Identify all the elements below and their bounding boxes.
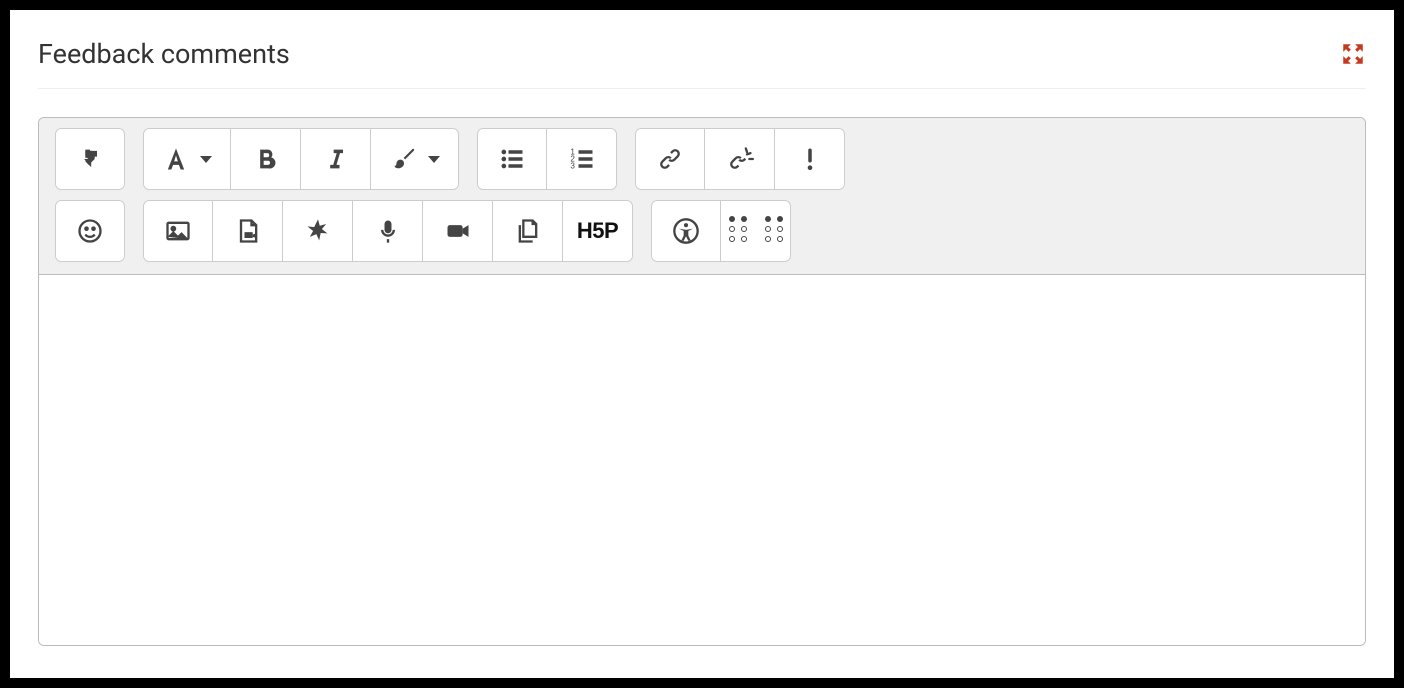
- bold-button[interactable]: [231, 128, 301, 190]
- video-camera-icon: [444, 217, 472, 245]
- exclamation-icon: [796, 145, 824, 173]
- chevron-down-icon: [200, 156, 212, 163]
- h5p-button[interactable]: H5P: [563, 200, 633, 262]
- numbered-list-icon: 1 2 3: [568, 145, 596, 173]
- grid-dots-icon: [729, 216, 783, 246]
- ordered-list-button[interactable]: 1 2 3: [547, 128, 617, 190]
- important-button[interactable]: [775, 128, 845, 190]
- unlink-button[interactable]: [705, 128, 775, 190]
- toolbar-group-media: H5P: [143, 200, 633, 262]
- chevron-down-icon: [428, 156, 440, 163]
- italic-icon: [322, 145, 350, 173]
- file-video-icon: [234, 217, 262, 245]
- editor-toolbar: 1 2 3: [39, 118, 1365, 275]
- italic-button[interactable]: [301, 128, 371, 190]
- h5p-icon: H5P: [577, 218, 618, 244]
- toolbar-group-toggle: [55, 128, 125, 190]
- toolbar-group-emoji: [55, 200, 125, 262]
- image-icon: [164, 217, 192, 245]
- toolbar-group-links: [635, 128, 845, 190]
- image-button[interactable]: [143, 200, 213, 262]
- unlink-icon: [726, 145, 754, 173]
- manage-files-button[interactable]: [283, 200, 353, 262]
- rich-text-editor: 1 2 3: [38, 117, 1366, 646]
- toolbar-group-a11y: [651, 200, 791, 262]
- media-file-button[interactable]: [213, 200, 283, 262]
- feedback-panel: Feedback comments: [10, 10, 1394, 678]
- unordered-list-button[interactable]: [477, 128, 547, 190]
- toggle-toolbar-icon: [76, 145, 104, 173]
- expand-icon: [1340, 41, 1366, 67]
- record-audio-button[interactable]: [353, 200, 423, 262]
- toolbar-group-format: [143, 128, 459, 190]
- microphone-icon: [374, 217, 402, 245]
- svg-text:3: 3: [570, 161, 575, 170]
- paragraph-styles-button[interactable]: [143, 128, 231, 190]
- toolbar-row-2: H5P: [55, 200, 1349, 262]
- emoji-button[interactable]: [55, 200, 125, 262]
- header: Feedback comments: [38, 38, 1366, 89]
- brush-icon: [390, 145, 418, 173]
- accessibility-icon: [672, 217, 700, 245]
- link-icon: [656, 145, 684, 173]
- editor-content-area[interactable]: [39, 275, 1365, 645]
- expand-button[interactable]: [1340, 41, 1366, 67]
- screenreader-button[interactable]: [721, 200, 791, 262]
- copy-files-icon: [514, 217, 542, 245]
- record-video-button[interactable]: [423, 200, 493, 262]
- asterisk-icon: [304, 217, 332, 245]
- toolbar-group-lists: 1 2 3: [477, 128, 617, 190]
- font-icon: [162, 145, 190, 173]
- toolbar-row-1: 1 2 3: [55, 128, 1349, 190]
- text-color-button[interactable]: [371, 128, 459, 190]
- toggle-toolbar-button[interactable]: [55, 128, 125, 190]
- bold-icon: [252, 145, 280, 173]
- files-button[interactable]: [493, 200, 563, 262]
- panel-title: Feedback comments: [38, 38, 290, 70]
- link-button[interactable]: [635, 128, 705, 190]
- accessibility-button[interactable]: [651, 200, 721, 262]
- smiley-icon: [76, 217, 104, 245]
- bullet-list-icon: [498, 145, 526, 173]
